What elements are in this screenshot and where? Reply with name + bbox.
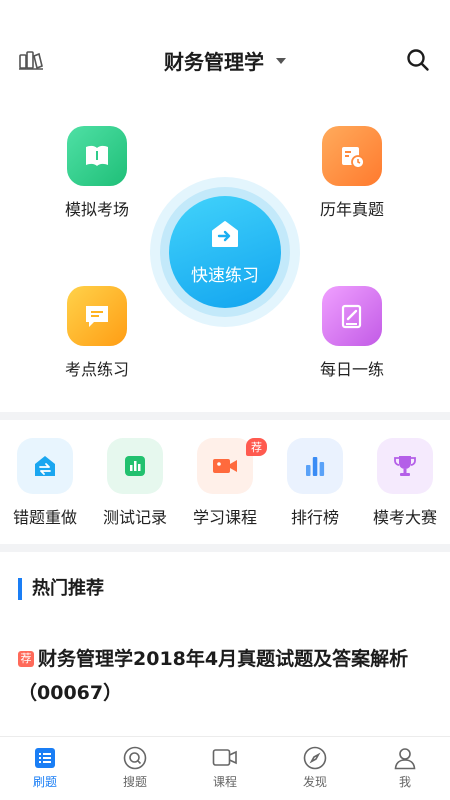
hero-item-label: 模拟考场 (64, 200, 129, 219)
hero-item-label: 历年真题 (319, 200, 384, 219)
subject-selector[interactable]: 财务管理学 (0, 46, 450, 75)
bottom-nav: 刷题 搜题 课程 发现 我 (0, 736, 450, 800)
calendar-clock-icon (322, 126, 382, 186)
swap-icon (17, 438, 73, 494)
video-camera-icon (197, 438, 253, 494)
video-icon (212, 745, 238, 771)
tool-label: 测试记录 (102, 508, 167, 527)
section-divider (0, 412, 450, 420)
section-title: 热门推荐 (18, 578, 104, 600)
tool-label: 错题重做 (12, 508, 77, 527)
article-item[interactable]: 荐财务管理学2018年4月真题试题及答案解析（00067） (18, 642, 432, 710)
nav-label: 课程 (212, 775, 237, 789)
nav-item-search[interactable]: 搜题 (90, 737, 180, 800)
chevron-down-icon (276, 57, 286, 64)
recommend-tag: 荐 (18, 651, 34, 667)
tool-row: 错题重做 测试记录 荐 学习课程 排行榜 模考大赛 (0, 422, 450, 544)
page-title: 财务管理学 (164, 50, 264, 74)
quick-practice-label: 快速练习 (191, 265, 259, 286)
nav-item-discover[interactable]: 发现 (270, 737, 360, 800)
trophy-icon (377, 438, 433, 494)
tool-label: 模考大赛 (372, 508, 437, 527)
ranking-icon (287, 438, 343, 494)
wrong-questions-button[interactable]: 错题重做 (0, 422, 90, 544)
quick-practice-button[interactable]: 快速练习 (169, 196, 281, 308)
notebook-pen-icon (322, 286, 382, 346)
daily-practice-button[interactable]: 每日一练 (292, 286, 412, 380)
ranking-button[interactable]: 排行榜 (270, 422, 360, 544)
compass-icon (302, 745, 328, 771)
quick-practice-ring: 快速练习 (160, 187, 290, 317)
message-note-icon (67, 286, 127, 346)
nav-label: 我 (398, 775, 411, 789)
tool-label: 学习课程 (192, 508, 257, 527)
nav-item-practice[interactable]: 刷题 (0, 737, 90, 800)
hero-item-label: 每日一练 (319, 360, 384, 379)
house-arrow-icon (209, 219, 241, 253)
list-icon (32, 745, 58, 771)
test-records-button[interactable]: 测试记录 (90, 422, 180, 544)
hero-item-label: 考点练习 (64, 360, 129, 379)
tool-label: 排行榜 (290, 508, 339, 527)
past-exams-button[interactable]: 历年真题 (292, 126, 412, 220)
section-divider (0, 544, 450, 552)
nav-label: 刷题 (32, 775, 57, 789)
user-icon (392, 745, 418, 771)
nav-label: 搜题 (122, 775, 147, 789)
practice-hub: 模拟考场 历年真题 快速练习 考点练习 每日一练 (0, 100, 450, 410)
nav-item-me[interactable]: 我 (360, 737, 450, 800)
header: 财务管理学 (0, 0, 450, 100)
nav-label: 发现 (302, 775, 327, 789)
topic-practice-button[interactable]: 考点练习 (37, 286, 157, 380)
nav-item-courses[interactable]: 课程 (180, 737, 270, 800)
search-circle-icon (122, 745, 148, 771)
bar-chart-icon (107, 438, 163, 494)
article-title: 财务管理学2018年4月真题试题及答案解析（00067） (18, 648, 409, 704)
mock-contest-button[interactable]: 模考大赛 (360, 422, 450, 544)
quick-practice-outer-glow: 快速练习 (150, 177, 300, 327)
recommend-badge: 荐 (246, 438, 267, 456)
search-icon[interactable] (406, 48, 430, 72)
courses-button[interactable]: 荐 学习课程 (180, 422, 270, 544)
mock-exam-button[interactable]: 模拟考场 (37, 126, 157, 220)
book-icon (67, 126, 127, 186)
